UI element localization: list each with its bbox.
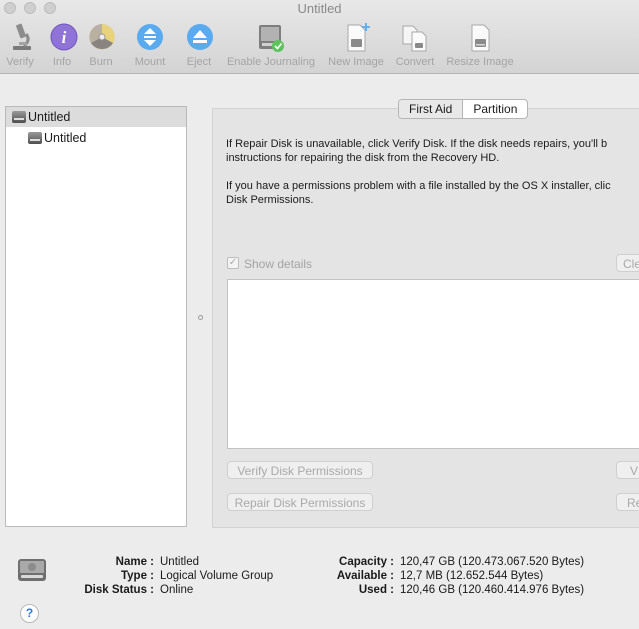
tab-bar: First Aid Partition [398,99,529,119]
show-details-checkbox[interactable]: ✓ [227,257,239,269]
resize-image-icon [463,22,497,54]
verify-button[interactable]: Verify [4,22,36,68]
splitter-handle[interactable] [198,315,203,320]
convert-label: Convert [395,56,435,68]
new-image-icon [339,22,373,54]
verify-disk-permissions-button[interactable]: Verify Disk Permissions [227,461,373,479]
show-details-label: Show details [244,257,313,271]
microscope-icon [4,22,38,54]
sidebar-item-untitled-volume[interactable]: Untitled [6,128,186,148]
used-label: Used : [358,584,394,596]
verify-disk-button[interactable]: V [616,461,639,479]
disk-status-value: Online [160,584,194,596]
svg-text:i: i [62,28,67,47]
mount-icon [133,22,167,54]
enable-journaling-button[interactable]: Enable Journaling [222,22,320,68]
available-value: 12,7 MB (12.652.544 Bytes) [400,570,544,582]
repair-disk-button[interactable]: Re [616,493,639,511]
instructions-line: Disk Permissions. [226,194,314,206]
sidebar-item-label: Untitled [44,131,87,145]
info-icon: i [47,22,81,54]
sidebar-item-untitled-group[interactable]: Untitled [6,107,186,127]
instructions-line: If you have a permissions problem with a… [226,180,611,192]
verify-label: Verify [6,56,34,68]
type-label: Type : [120,570,154,582]
convert-button[interactable]: Convert [392,22,438,68]
tab-first-aid[interactable]: First Aid [399,100,464,118]
available-label: Available : [336,570,394,582]
name-value: Untitled [160,556,199,568]
eject-icon [183,22,217,54]
type-value: Logical Volume Group [160,570,274,582]
instructions-line: instructions for repairing the disk from… [226,152,500,164]
disk-info-icon [17,555,47,585]
new-image-button[interactable]: New Image [325,22,387,68]
disk-icon [28,132,42,144]
window-title: Untitled [297,1,342,16]
sidebar-item-label: Untitled [28,110,71,124]
new-image-label: New Image [328,56,384,68]
used-value: 120,46 GB (120.460.414.976 Bytes) [400,584,585,596]
name-label: Name : [115,556,154,568]
disk-icon [12,111,26,123]
capacity-value: 120,47 GB (120.473.067.520 Bytes) [400,556,585,568]
burn-label: Burn [89,56,113,68]
info-label: Info [52,56,72,68]
eject-label: Eject [186,56,212,68]
convert-icon [398,22,432,54]
mount-button[interactable]: Mount [132,22,168,68]
mount-label: Mount [134,56,166,68]
enable-journaling-label: Enable Journaling [226,56,316,68]
clear-history-button[interactable]: Cle [616,254,639,272]
eject-button[interactable]: Eject [183,22,215,68]
journaling-icon [254,22,288,54]
burn-button[interactable]: Burn [85,22,117,68]
info-button[interactable]: i Info [47,22,78,68]
window-toolbar: Untitled Verify i Info Burn Mount Eject … [0,0,639,74]
details-log-area[interactable] [227,279,639,449]
resize-image-button[interactable]: Resize Image [443,22,517,68]
help-button[interactable]: ? [20,604,39,623]
burn-disc-icon [85,22,119,54]
resize-image-label: Resize Image [446,56,514,68]
instructions-line: If Repair Disk is unavailable, click Ver… [226,138,608,150]
capacity-label: Capacity : [339,556,394,568]
repair-disk-permissions-button[interactable]: Repair Disk Permissions [227,493,373,511]
tab-partition[interactable]: Partition [463,100,527,118]
disk-status-label: Disk Status : [84,584,154,596]
disk-sidebar: Untitled Untitled [5,106,187,527]
